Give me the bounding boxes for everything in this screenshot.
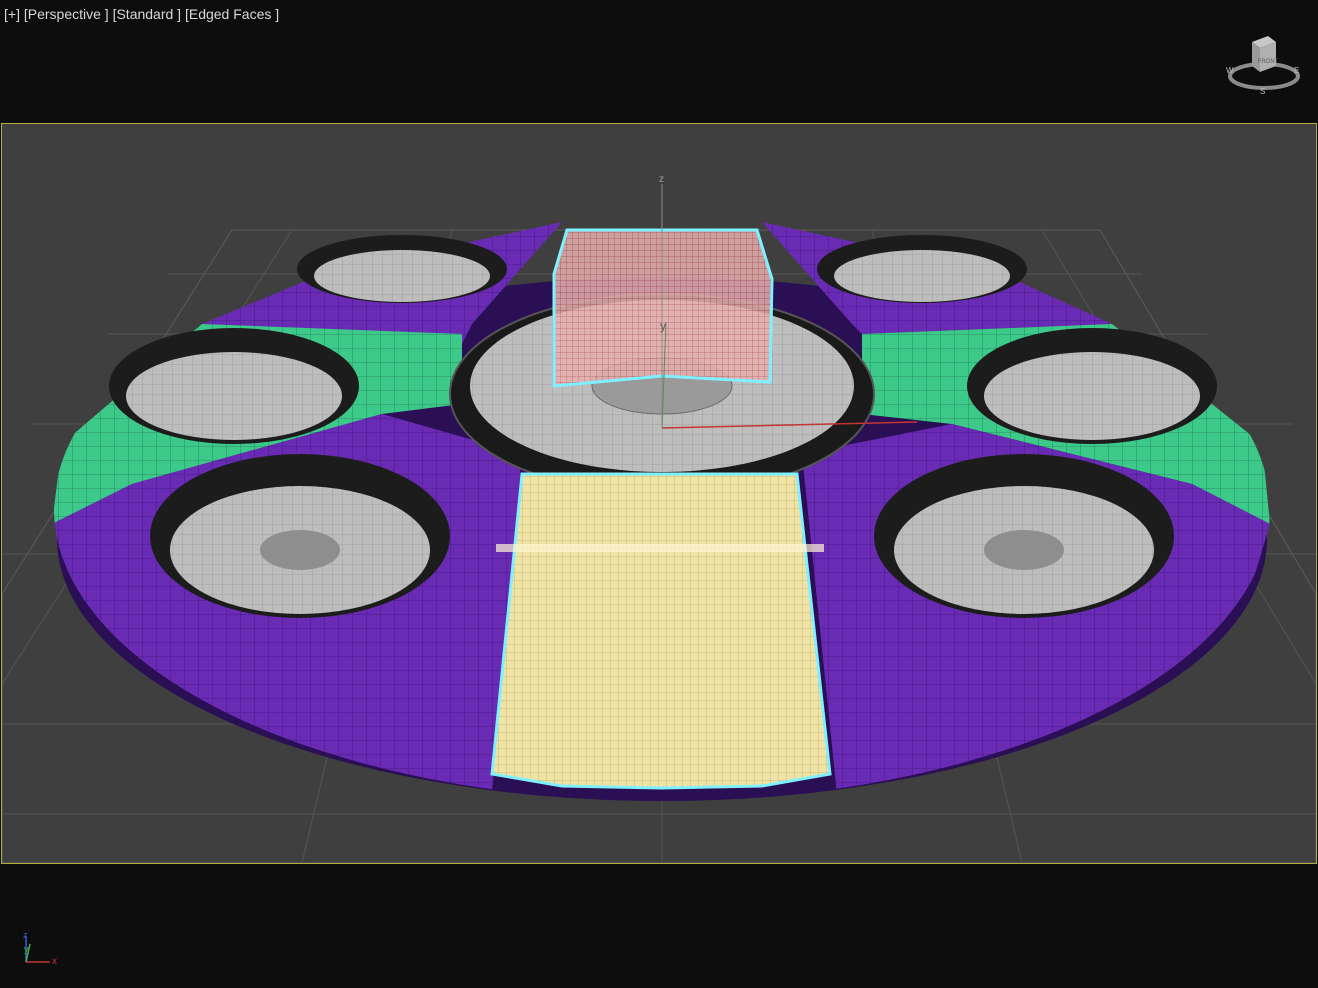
viewport-shading-menu[interactable]: [Standard ] [113, 6, 182, 22]
axis-tripod-icon: z y x [23, 930, 57, 966]
ufo-disc-mesh[interactable] [52, 222, 1270, 801]
viewcube-face-label[interactable]: FRONT [1258, 59, 1279, 65]
viewport-general-menu[interactable]: [+] [4, 6, 20, 22]
viewcube-compass-east[interactable]: E [1294, 66, 1299, 75]
scene-canvas[interactable]: z y [2, 124, 1316, 863]
viewcube-compass-west[interactable]: W [1226, 66, 1234, 75]
tripod-x-label: x [52, 956, 57, 966]
viewcube-icon[interactable]: FRONT W E S [1222, 32, 1302, 96]
gizmo-z-label: z [659, 174, 664, 185]
viewcube-compass-south[interactable]: S [1260, 87, 1265, 96]
selected-panel-bottom[interactable] [490, 472, 832, 790]
viewport-label-menu: [+] [Perspective ] [Standard ] [Edged Fa… [4, 6, 279, 22]
gizmo-y-label: y [660, 319, 666, 333]
selected-panel-top[interactable] [552, 228, 774, 388]
viewport-point-of-view-menu[interactable]: [Perspective ] [24, 6, 109, 22]
viewport-display-mode-menu[interactable]: [Edged Faces ] [185, 6, 279, 22]
perspective-viewport[interactable]: z y [1, 123, 1317, 864]
tripod-z-label: z [23, 930, 28, 940]
tripod-y-label: y [24, 944, 29, 954]
